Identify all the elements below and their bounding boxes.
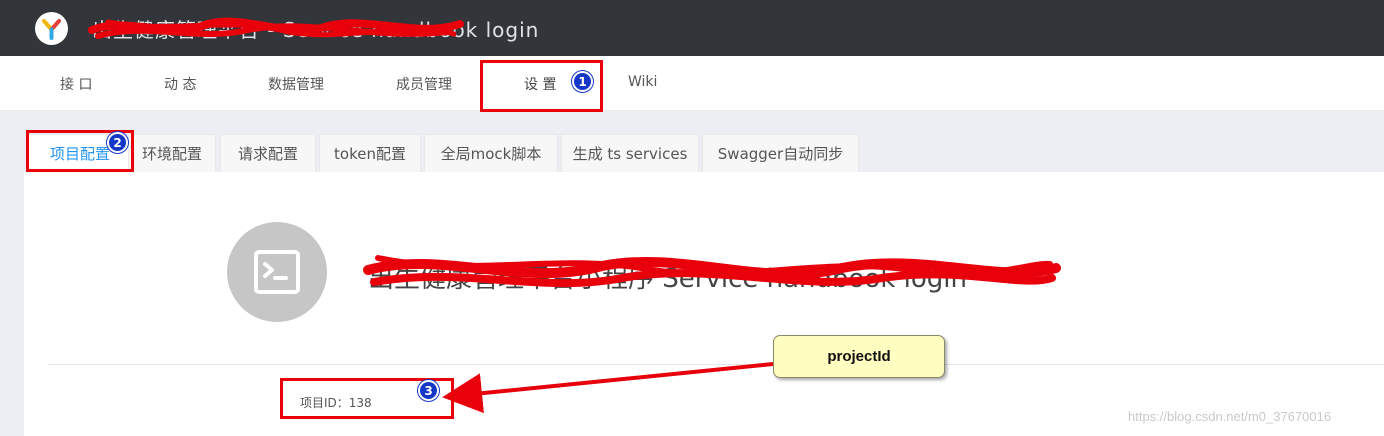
annotation-arrow (442, 362, 774, 414)
watermark: https://blog.csdn.net/m0_37670016 (1128, 409, 1332, 424)
annotation-callout: projectId (773, 335, 945, 378)
